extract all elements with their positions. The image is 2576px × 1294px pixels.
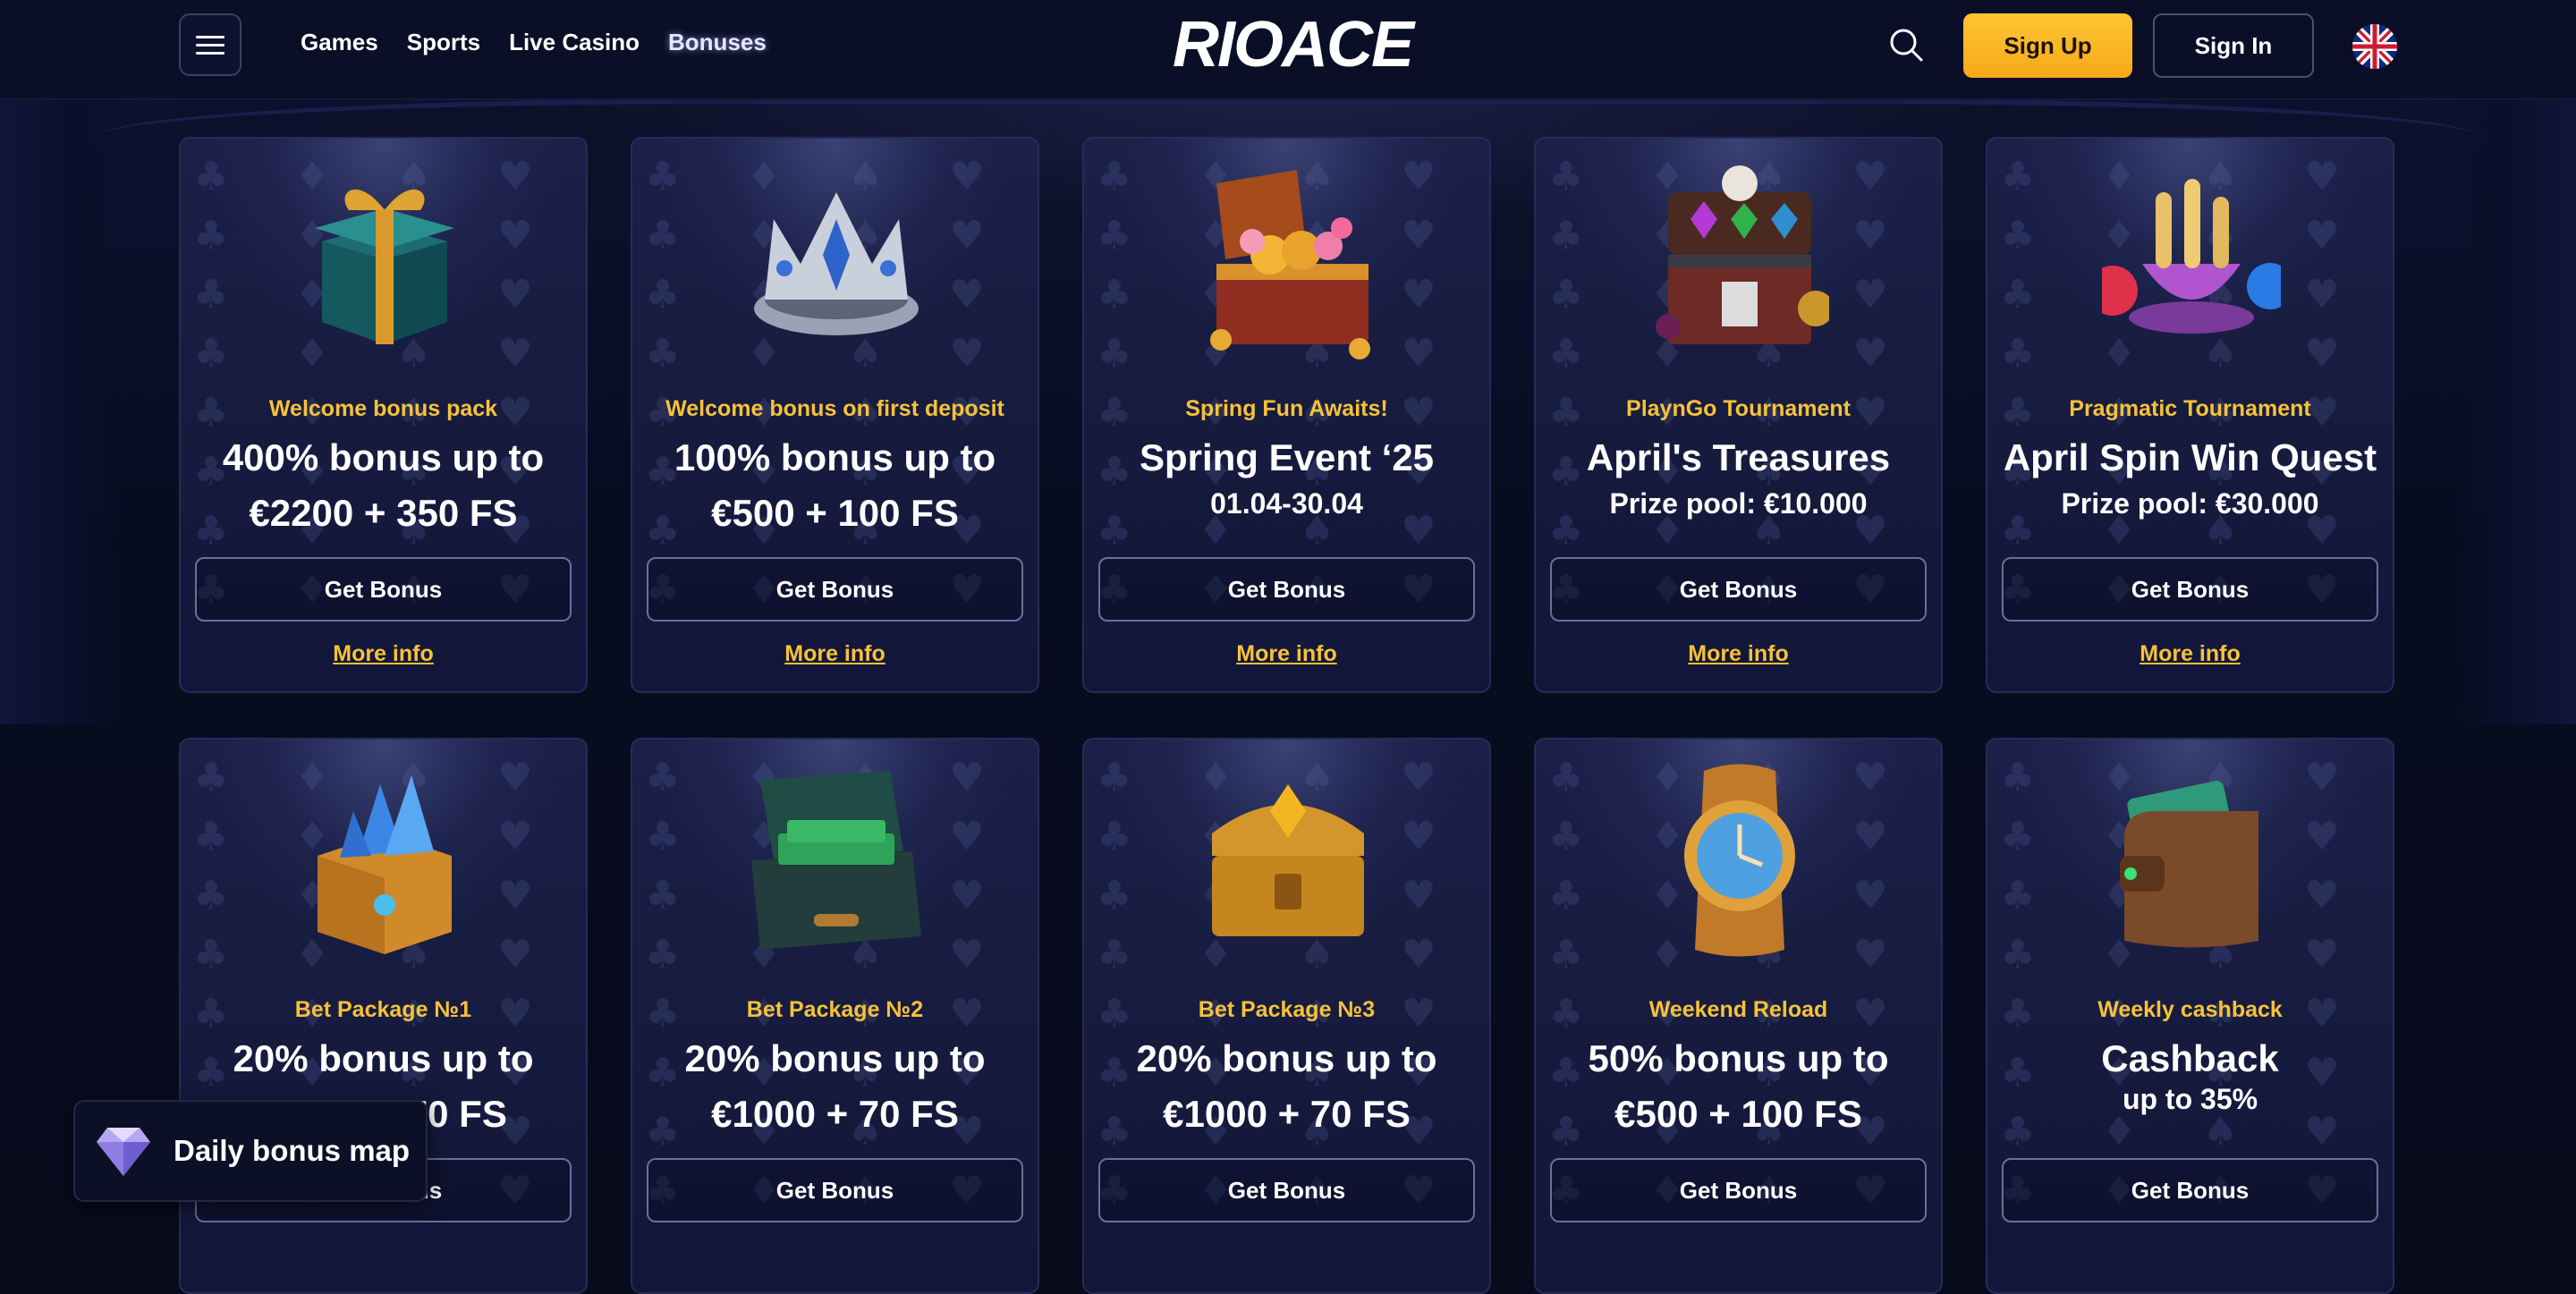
- daily-bonus-map-button[interactable]: Daily bonus map: [73, 1100, 428, 1202]
- get-bonus-button[interactable]: Get Bonus: [1098, 1158, 1475, 1222]
- bonus-subtitle: Weekend Reload: [1648, 997, 1828, 1022]
- crystal-chest-icon: [318, 775, 452, 954]
- golden-chest-icon: [1212, 784, 1364, 936]
- bonus-subtitle: Spring Fun Awaits!: [1185, 396, 1388, 421]
- bonus-card: ♣ ♦ ♠ ♥ ♣ ♦ ♠ ♥ ♣ ♦ ♠ ♥ ♣ ♦ ♠ ♥ ♣ ♦ ♠ ♥ …: [1082, 137, 1491, 693]
- bonus-card: ♣ ♦ ♠ ♥ ♣ ♦ ♠ ♥ ♣ ♦ ♠ ♥ ♣ ♦ ♠ ♥ ♣ ♦ ♠ ♥ …: [1986, 137, 2394, 693]
- bonus-detail: Prize pool: €10.000: [1609, 487, 1868, 520]
- nav-bonuses[interactable]: Bonuses: [668, 29, 767, 56]
- get-bonus-button[interactable]: Get Bonus: [2002, 557, 2378, 622]
- bonus-detail: 01.04-30.04: [1210, 487, 1363, 520]
- more-info-link[interactable]: More info: [632, 641, 1038, 667]
- sign-in-button[interactable]: Sign In: [2153, 13, 2314, 78]
- crown-icon: [754, 192, 919, 335]
- sign-up-button[interactable]: Sign Up: [1963, 13, 2132, 78]
- top-header: Games Sports Live Casino Bonuses RIOACE …: [0, 0, 2576, 100]
- daily-bonus-map-label: Daily bonus map: [174, 1134, 411, 1167]
- bonus-card: ♣ ♦ ♠ ♥ ♣ ♦ ♠ ♥ ♣ ♦ ♠ ♥ ♣ ♦ ♠ ♥ ♣ ♦ ♠ ♥ …: [179, 738, 588, 1294]
- more-info-link[interactable]: More info: [1987, 641, 2393, 667]
- menu-button[interactable]: [179, 13, 242, 76]
- curtain-left: [0, 98, 125, 724]
- nav-live-casino[interactable]: Live Casino: [509, 29, 640, 56]
- diamond-icon: [97, 1128, 150, 1176]
- main-nav: Games Sports Live Casino Bonuses: [301, 29, 767, 56]
- get-bonus-button[interactable]: Get Bonus: [1098, 557, 1475, 622]
- bonus-card: ♣ ♦ ♠ ♥ ♣ ♦ ♠ ♥ ♣ ♦ ♠ ♥ ♣ ♦ ♠ ♥ ♣ ♦ ♠ ♥ …: [179, 137, 588, 693]
- more-info-link[interactable]: More info: [1084, 641, 1489, 667]
- bonus-subtitle: Welcome bonus on first deposit: [665, 396, 1004, 421]
- get-bonus-button[interactable]: Get Bonus: [1550, 1158, 1927, 1222]
- bonus-title: 50% bonus up to €500 + 100 FS: [1588, 1037, 1889, 1135]
- treasure-chest-flowers-icon: [1210, 170, 1370, 359]
- get-bonus-button[interactable]: Get Bonus: [195, 557, 572, 622]
- curtain-right: [2451, 98, 2576, 724]
- bonus-detail: Prize pool: €30.000: [2061, 487, 2319, 520]
- gift-box-icon: [315, 189, 454, 344]
- bonus-title: 100% bonus up to €500 + 100 FS: [674, 436, 996, 534]
- bonus-card: ♣ ♦ ♠ ♥ ♣ ♦ ♠ ♥ ♣ ♦ ♠ ♥ ♣ ♦ ♠ ♥ ♣ ♦ ♠ ♥ …: [1986, 738, 2394, 1294]
- bonus-subtitle: Pragmatic Tournament: [2069, 396, 2311, 421]
- money-case-icon: [751, 771, 921, 950]
- bonus-title: 20% bonus up to €1000 + 70 FS: [1136, 1037, 1437, 1135]
- bonus-title: April's Treasures: [1586, 436, 1891, 478]
- get-bonus-button[interactable]: Get Bonus: [647, 557, 1023, 622]
- wallet-icon: [2120, 781, 2258, 948]
- pirate-chest-icon: [1656, 165, 1829, 344]
- bonus-card: ♣ ♦ ♠ ♥ ♣ ♦ ♠ ♥ ♣ ♦ ♠ ♥ ♣ ♦ ♠ ♥ ♣ ♦ ♠ ♥ …: [1534, 738, 1943, 1294]
- bonus-card: ♣ ♦ ♠ ♥ ♣ ♦ ♠ ♥ ♣ ♦ ♠ ♥ ♣ ♦ ♠ ♥ ♣ ♦ ♠ ♥ …: [1082, 738, 1491, 1294]
- more-info-link[interactable]: More info: [1536, 641, 1941, 667]
- bonus-title: Cashback: [2101, 1037, 2279, 1079]
- bonus-subtitle: Welcome bonus pack: [268, 396, 498, 421]
- bonus-card: ♣ ♦ ♠ ♥ ♣ ♦ ♠ ♥ ♣ ♦ ♠ ♥ ♣ ♦ ♠ ♥ ♣ ♦ ♠ ♥ …: [631, 137, 1039, 693]
- bonus-subtitle: Bet Package №2: [746, 997, 924, 1022]
- bonus-title: 400% bonus up to €2200 + 350 FS: [222, 436, 545, 534]
- bonus-title: 20% bonus up to €1000 + 70 FS: [684, 1037, 986, 1135]
- more-info-link[interactable]: More info: [181, 641, 586, 667]
- bonus-title: April Spin Win Quest: [2003, 436, 2377, 478]
- bonus-detail: up to 35%: [2122, 1083, 2258, 1115]
- nav-games[interactable]: Games: [301, 29, 378, 56]
- bonus-card: ♣ ♦ ♠ ♥ ♣ ♦ ♠ ♥ ♣ ♦ ♠ ♥ ♣ ♦ ♠ ♥ ♣ ♦ ♠ ♥ …: [1534, 137, 1943, 693]
- get-bonus-button[interactable]: Get Bonus: [2002, 1158, 2378, 1222]
- nav-sports[interactable]: Sports: [407, 29, 480, 56]
- bonus-card: ♣ ♦ ♠ ♥ ♣ ♦ ♠ ♥ ♣ ♦ ♠ ♥ ♣ ♦ ♠ ♥ ♣ ♦ ♠ ♥ …: [631, 738, 1039, 1294]
- bonus-subtitle: Bet Package №3: [1198, 997, 1376, 1022]
- bonus-subtitle: Weekly cashback: [2097, 997, 2283, 1022]
- rioace-logo[interactable]: RIOACE: [1163, 7, 1422, 82]
- bonus-title: Spring Event ‘25: [1139, 436, 1435, 478]
- uk-flag-icon[interactable]: [2352, 24, 2397, 69]
- candy-cup-icon: [2102, 179, 2281, 334]
- get-bonus-button[interactable]: Get Bonus: [1550, 557, 1927, 622]
- gold-watch-icon: [1684, 764, 1795, 957]
- get-bonus-button[interactable]: Get Bonus: [647, 1158, 1023, 1222]
- bonus-subtitle: PlaynGo Tournament: [1626, 396, 1851, 421]
- search-icon[interactable]: [1887, 26, 1925, 63]
- bonus-subtitle: Bet Package №1: [294, 997, 472, 1022]
- hamburger-icon: [196, 35, 225, 38]
